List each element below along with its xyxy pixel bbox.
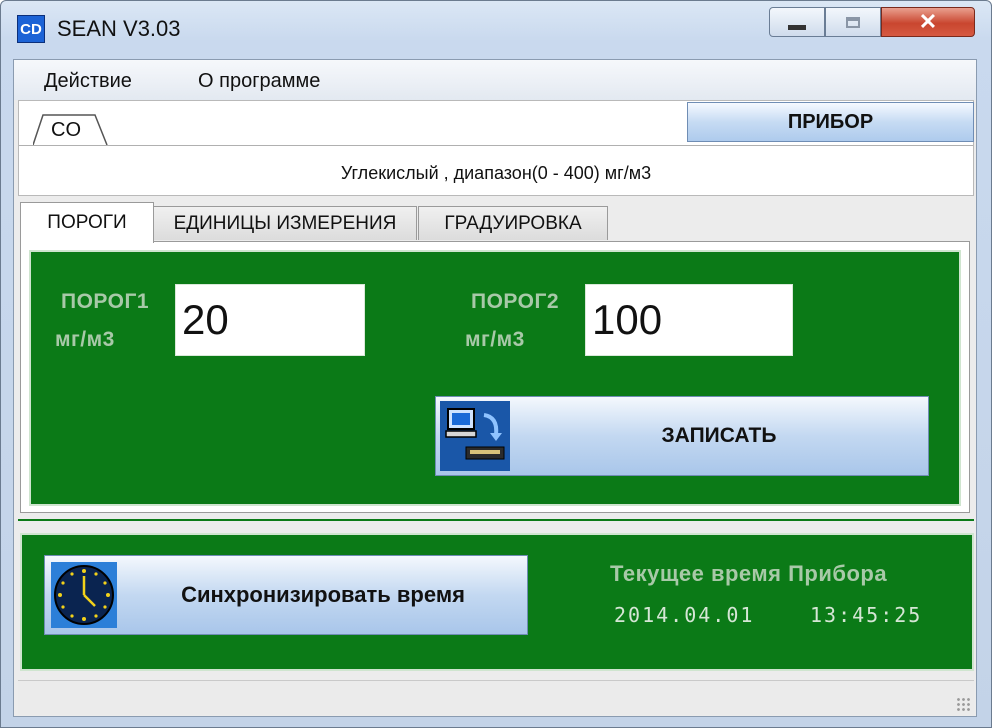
clock-icon [51,562,117,628]
tab-bar: ПОРОГИ ЕДИНИЦЫ ИЗМЕРЕНИЯ ГРАДУИРОВКА [20,202,970,243]
menu-action[interactable]: Действие [44,70,132,93]
gas-tab-co[interactable]: CO [33,113,113,146]
write-button-label: ЗАПИСАТЬ [661,424,777,447]
computer-transfer-icon [440,401,510,471]
minimize-button[interactable] [769,7,825,37]
threshold2-label: ПОРОГ2 [471,290,560,313]
sync-time-button[interactable]: Синхронизировать время [44,555,528,635]
maximize-icon [846,16,860,28]
app-window: CD SEAN V3.03 ✕ Действие О программе CO … [0,0,992,728]
gas-selector-strip: CO ПРИБОР Углекислый , диапазон(0 - 400)… [18,100,974,196]
gas-tab-co-label: CO [51,119,81,141]
device-time: 13:45:25 [810,603,923,627]
device-date: 2014.04.01 [614,603,755,627]
threshold1-input[interactable]: 20 [175,284,365,356]
minimize-icon [788,24,806,30]
window-title: SEAN V3.03 [57,16,181,41]
section-divider [18,519,974,521]
menu-bar: Действие О программе [14,60,976,100]
app-icon: CD [17,15,45,43]
threshold1-unit: мг/м3 [55,328,115,351]
gas-range-text: Углекислый , диапазон(0 - 400) мг/м3 [340,163,652,183]
threshold1-label: ПОРОГ1 [61,290,150,313]
device-button[interactable]: ПРИБОР [687,102,974,142]
thresholds-panel: ПОРОГ1 мг/м3 20 ПОРОГ2 мг/м3 100 ЗАПИСАТ… [20,241,970,513]
tab-calibration[interactable]: ГРАДУИРОВКА [418,206,608,240]
window-controls: ✕ [769,7,975,39]
strip-divider [19,145,973,146]
threshold2-input[interactable]: 100 [585,284,793,356]
client-area: Действие О программе CO ПРИБОР Углекислы… [13,59,977,717]
tab-thresholds[interactable]: ПОРОГИ [20,202,154,243]
resize-grip-icon[interactable] [956,697,970,711]
close-icon: ✕ [918,9,938,34]
close-button[interactable]: ✕ [881,7,975,37]
thresholds-area: ПОРОГ1 мг/м3 20 ПОРОГ2 мг/м3 100 ЗАПИСАТ… [29,250,961,506]
menu-about[interactable]: О программе [198,70,320,93]
device-time-title: Текущее время Прибора [610,561,888,586]
status-bar [18,680,974,715]
tab-units[interactable]: ЕДИНИЦЫ ИЗМЕРЕНИЯ [153,206,417,240]
title-bar[interactable]: CD SEAN V3.03 ✕ [1,1,991,57]
maximize-button[interactable] [825,7,881,37]
write-button[interactable]: ЗАПИСАТЬ [435,396,929,476]
threshold2-unit: мг/м3 [465,328,525,351]
sync-time-label: Синхронизировать время [181,582,465,607]
time-sync-area: Синхронизировать время Текущее время При… [20,533,974,671]
